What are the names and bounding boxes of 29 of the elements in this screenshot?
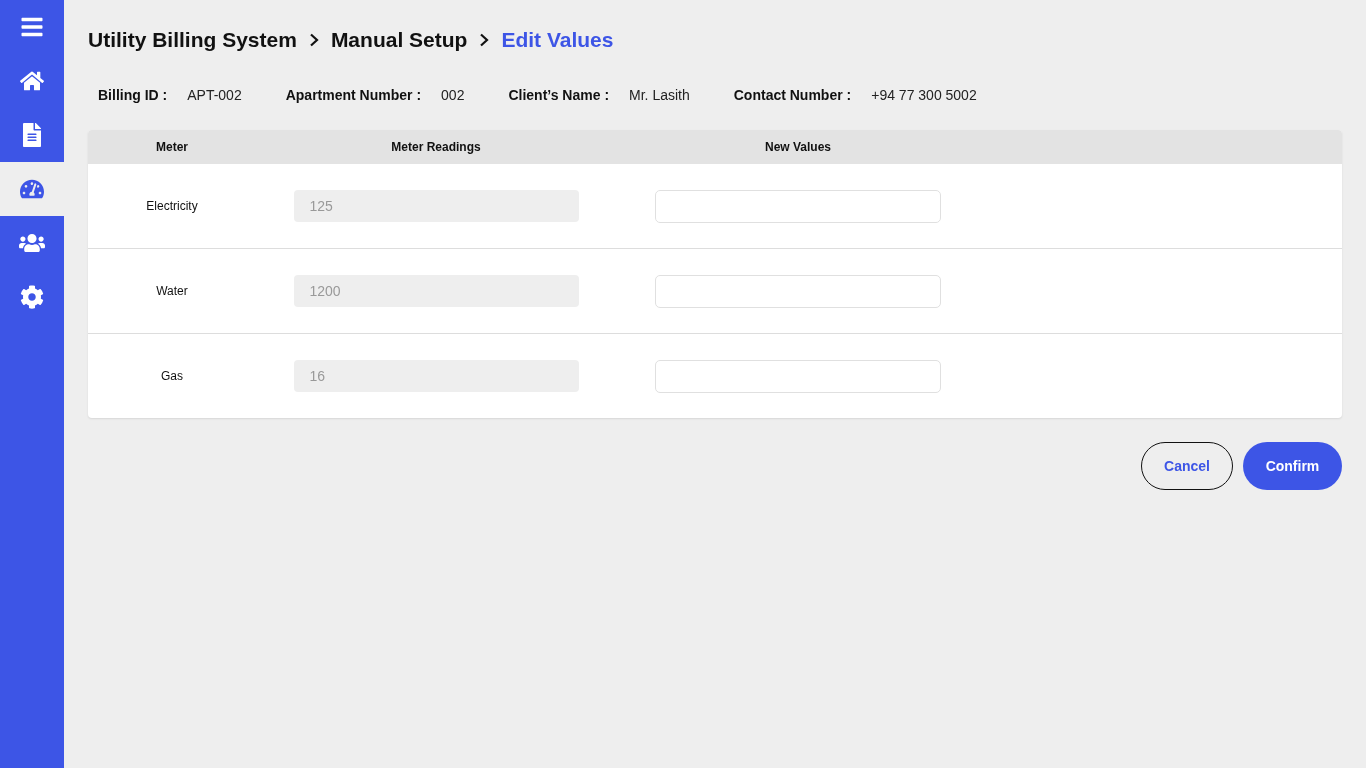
- settings-icon: [20, 285, 44, 309]
- info-value: +94 77 300 5002: [871, 87, 977, 103]
- column-header: Meter: [155, 140, 189, 154]
- breadcrumb-link[interactable]: Utility Billing System: [88, 28, 297, 52]
- info-label: Client’s Name :: [508, 87, 610, 103]
- confirm-button[interactable]: Confirm: [1243, 442, 1342, 490]
- info-label: Apartment Number :: [285, 87, 422, 103]
- new-value-field[interactable]: [655, 359, 941, 393]
- meter-name: Electricity: [145, 199, 199, 213]
- column-header: New Values: [763, 140, 832, 154]
- breadcrumb-link[interactable]: Edit Values: [501, 28, 614, 52]
- new-value-field[interactable]: [655, 189, 941, 223]
- reading-field[interactable]: 1200: [293, 275, 579, 307]
- home-icon: [20, 69, 44, 93]
- sidebar-item[interactable]: [0, 162, 64, 216]
- info-label: Contact Number :: [733, 87, 852, 103]
- document-icon: [20, 123, 44, 147]
- meter-name: Gas: [160, 369, 184, 383]
- info-label: Billing ID :: [98, 87, 168, 103]
- reading-field[interactable]: 16: [293, 360, 579, 392]
- gauge-icon: [20, 177, 44, 201]
- info-value: Mr. Lasith: [629, 87, 690, 103]
- breadcrumb-link[interactable]: Manual Setup: [330, 28, 468, 52]
- menu-icon: [20, 15, 44, 39]
- meter-name: Water: [155, 284, 189, 298]
- column-header: Meter Readings: [390, 140, 482, 154]
- info-value: 002: [441, 87, 465, 103]
- info-value: APT-002: [187, 87, 242, 103]
- new-value-field[interactable]: [655, 274, 941, 308]
